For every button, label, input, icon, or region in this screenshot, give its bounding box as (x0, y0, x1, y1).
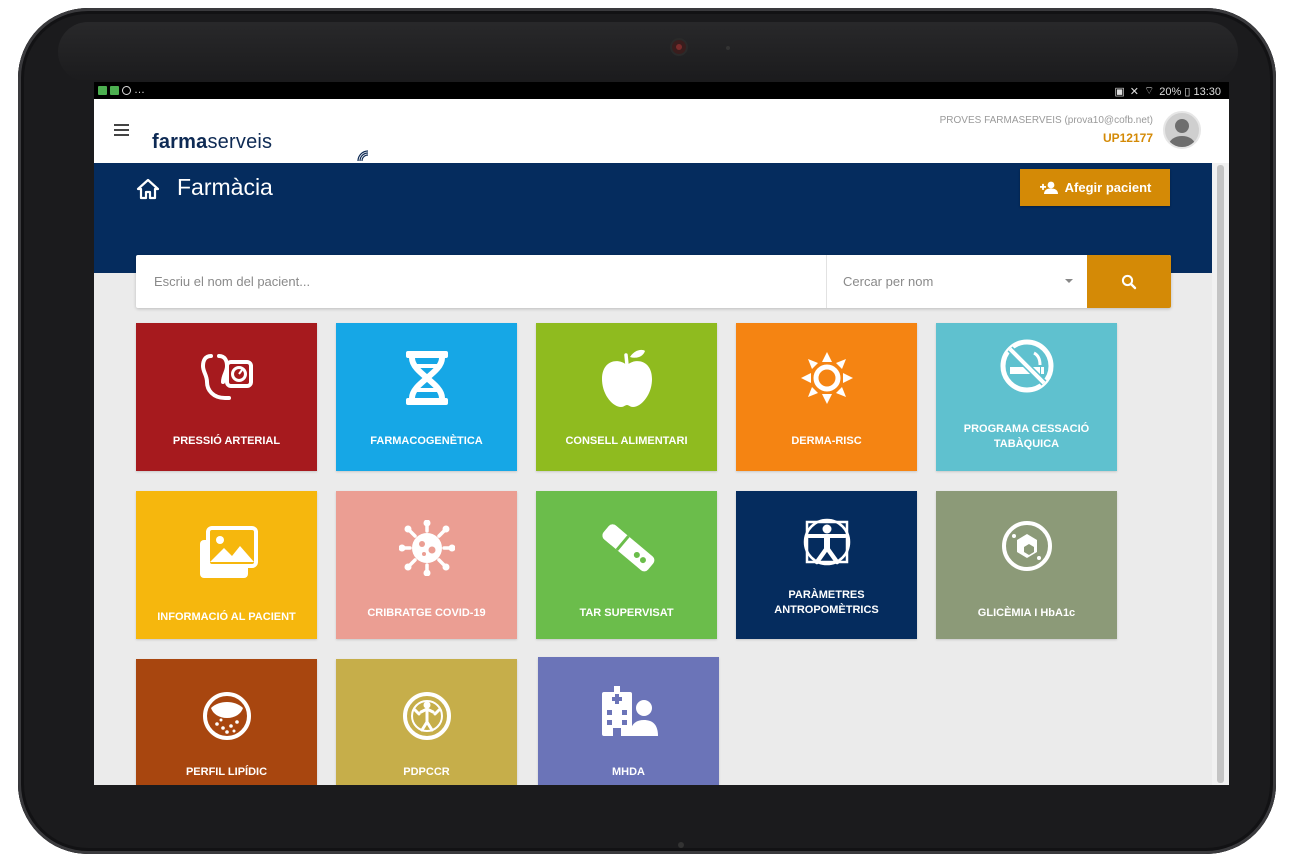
status-left-icons: … (98, 84, 145, 96)
tile-pressio-arterial[interactable]: PRESSIÓ ARTERIAL (136, 323, 317, 471)
search-icon (1121, 274, 1137, 289)
clock-notification-icon (122, 85, 131, 95)
app-bar: farmaserveis PROVES FARMASERVEIS (prova1… (94, 99, 1229, 163)
patient-search-bar: Cercar per nom (136, 255, 1171, 308)
tile-parametres-antropometrics[interactable]: PARÀMETRES ANTROPOMÈTRICS (736, 491, 917, 639)
screen: … ▣ ✕ ⌔ 20% ▯ 13:30 farmaserveis PROVES … (94, 82, 1229, 785)
tile-perfil-lipidic[interactable]: PERFIL LIPÍDIC (136, 659, 317, 785)
camera-icon (672, 40, 686, 54)
home-sensor-dot (678, 842, 684, 848)
user-avatar-icon (1169, 119, 1195, 147)
tile-label: CRIBRATGE COVID-19 (367, 606, 486, 619)
notification-icon (110, 85, 119, 95)
tile-label: FARMACOGENÈTICA (370, 434, 483, 447)
tile-mhda[interactable]: MHDA (538, 657, 719, 785)
scrollbar[interactable] (1212, 163, 1229, 785)
chevron-down-icon (1065, 279, 1073, 283)
tile-label: PERFIL LIPÍDIC (185, 765, 268, 778)
tile-label: CONSELL ALIMENTARI (565, 434, 688, 447)
battery-time-text: 20% ▯ 13:30 (1159, 85, 1221, 98)
dna-icon (405, 351, 448, 405)
search-mode-value: Cercar per nom (843, 274, 934, 289)
tile-label: PRESSIÓ ARTERIAL (172, 434, 281, 447)
pdpccr-icon (402, 692, 451, 740)
user-info[interactable]: PROVES FARMASERVEIS (prova10@cofb.net) U… (940, 115, 1153, 145)
virus-icon (398, 520, 455, 576)
test-strip-icon (601, 524, 654, 572)
apple-icon (601, 349, 652, 407)
user-code: UP12177 (1102, 131, 1153, 145)
patient-search-input[interactable] (136, 255, 862, 308)
hamburger-menu-icon[interactable] (114, 124, 129, 136)
tile-label: PDPCCR (403, 765, 450, 778)
avatar[interactable] (1163, 111, 1201, 149)
glucose-icon (1001, 521, 1052, 571)
tile-label: MHDA (612, 765, 645, 778)
tile-label: INFORMACIÓ AL PACIENT (157, 610, 296, 623)
tile-derma-risc[interactable]: DERMA-RISC (736, 323, 917, 471)
tile-label: DERMA-RISC (791, 434, 862, 447)
vitruvian-man-icon (803, 518, 850, 566)
tile-informacio-al-pacient[interactable]: INFORMACIÓ AL PACIENT (136, 491, 317, 639)
tile-label: GLICÈMIA I HbA1c (977, 606, 1076, 619)
tile-tar-supervisat[interactable]: TAR SUPERVISAT (536, 491, 717, 639)
nfc-icon: ▣ (1114, 85, 1125, 98)
page-title: Farmàcia (177, 174, 273, 200)
tile-farmacogenetica[interactable]: FARMACOGENÈTICA (336, 323, 517, 471)
logo-bold-text: farma (152, 131, 208, 153)
scrollbar-thumb[interactable] (1217, 165, 1224, 783)
user-name: PROVES FARMASERVEIS (prova10@cofb.net) (939, 115, 1153, 126)
sun-icon (800, 352, 853, 404)
tile-label: PROGRAMA CESSACIÓ TABÀQUICA (963, 423, 1090, 450)
tile-label: PARÀMETRES ANTROPOMÈTRICS (774, 589, 879, 616)
logo-signal-icon (357, 150, 369, 162)
tile-pdpccr[interactable]: PDPCCR (336, 659, 517, 785)
notification-icon (98, 85, 107, 95)
lipid-icon (202, 692, 251, 740)
blood-pressure-icon (200, 354, 253, 400)
tile-consell-alimentari[interactable]: CONSELL ALIMENTARI (536, 323, 717, 471)
wifi-icon: ⌔ (1143, 85, 1155, 97)
add-patient-label: Afegir pacient (1064, 180, 1152, 195)
farmaserveis-logo[interactable]: farmaserveis (152, 131, 369, 162)
tile-label: TAR SUPERVISAT (579, 606, 674, 619)
home-icon (136, 178, 160, 200)
bezel-shine (58, 22, 1238, 82)
search-button[interactable] (1087, 255, 1171, 308)
search-mode-select[interactable]: Cercar per nom (827, 255, 1087, 308)
hospital-person-icon (601, 686, 658, 736)
images-icon (199, 526, 258, 578)
add-patient-button[interactable]: Afegir pacient (1020, 169, 1170, 206)
logo-light-text: serveis (207, 131, 273, 153)
tile-cribratge-covid-19[interactable]: CRIBRATGE COVID-19 (336, 491, 517, 639)
more-notifications-icon: … (134, 84, 145, 96)
no-smoking-icon (1000, 339, 1053, 393)
tile-glicemia-hba1c[interactable]: GLICÈMIA I HbA1c (936, 491, 1117, 639)
status-right: ▣ ✕ ⌔ 20% ▯ 13:30 (1114, 84, 1221, 98)
mute-icon: ✕ (1129, 85, 1139, 98)
sensor-dot (726, 46, 730, 50)
android-status-bar: … ▣ ✕ ⌔ 20% ▯ 13:30 (94, 82, 1229, 99)
add-person-icon (1039, 181, 1058, 194)
tile-programa-cessacio-tabaquica[interactable]: PROGRAMA CESSACIÓ TABÀQUICA (936, 323, 1117, 471)
